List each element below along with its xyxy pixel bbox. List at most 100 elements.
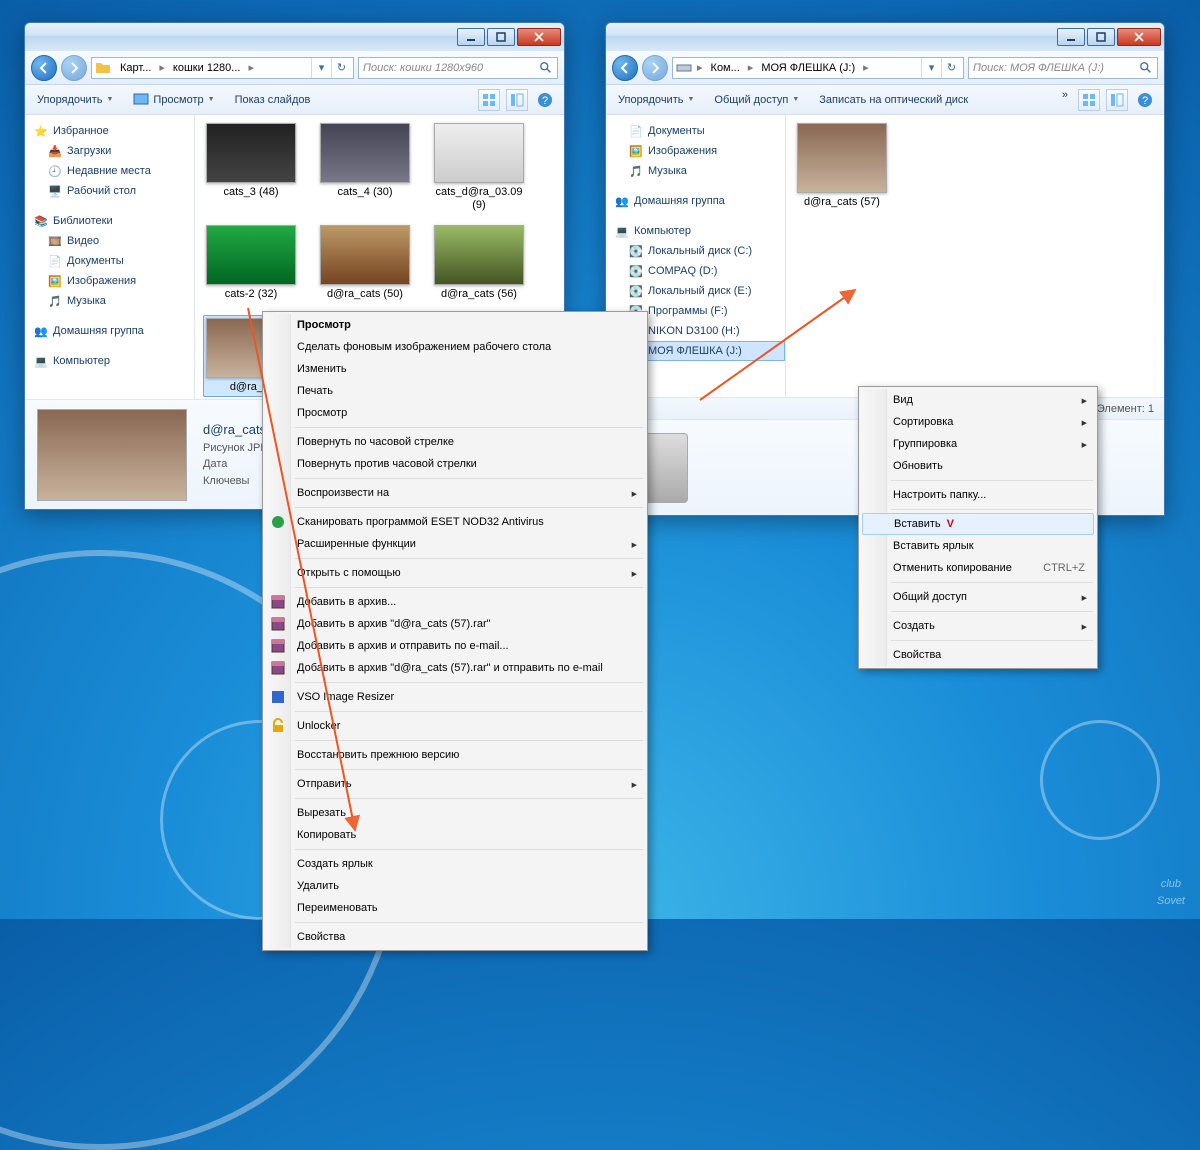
menu-item[interactable]: Общий доступ (861, 586, 1095, 608)
menu-item[interactable]: Расширенные функции (265, 533, 645, 555)
menu-item[interactable]: Изменить (265, 358, 645, 380)
menu-item[interactable]: Настроить папку... (861, 484, 1095, 506)
close-button[interactable] (1117, 28, 1161, 46)
menu-item[interactable]: Просмотр (265, 402, 645, 424)
sidebar-item-downloads[interactable]: 📥Загрузки (25, 141, 194, 161)
menu-item[interactable]: Печать (265, 380, 645, 402)
menu-item[interactable]: Создать ярлык (265, 853, 645, 875)
sidebar-item-pictures[interactable]: 🖼️Изображения (25, 271, 194, 291)
minimize-button[interactable] (457, 28, 485, 46)
thumb[interactable]: d@ra_cats (56) (431, 225, 527, 301)
sidebar-item-pictures[interactable]: 🖼️Изображения (606, 141, 785, 161)
menu-item[interactable]: Unlocker (265, 715, 645, 737)
sidebar-item-music[interactable]: 🎵Музыка (606, 161, 785, 181)
sidebar-drive-d[interactable]: 💽COMPAQ (D:) (606, 261, 785, 281)
menu-item[interactable]: Вставить ярлык (861, 535, 1095, 557)
bc-dropdown-icon[interactable]: ▾ (921, 58, 941, 78)
sidebar-drive-e[interactable]: 💽Локальный диск (E:) (606, 281, 785, 301)
close-button[interactable] (517, 28, 561, 46)
organize-button[interactable]: Упорядочить ▼ (614, 92, 698, 108)
sidebar-computer[interactable]: 💻Компьютер (606, 221, 785, 241)
thumb[interactable]: cats-2 (32) (203, 225, 299, 301)
menu-item[interactable]: Обновить (861, 455, 1095, 477)
menu-item[interactable]: Повернуть против часовой стрелки (265, 453, 645, 475)
sidebar-item-documents[interactable]: 📄Документы (25, 251, 194, 271)
menu-item[interactable]: Добавить в архив "d@ra_cats (57).rar" и … (265, 657, 645, 679)
view-mode-button[interactable] (478, 89, 500, 111)
content-pane[interactable]: d@ra_cats (57) (786, 115, 1164, 397)
menu-item[interactable]: Добавить в архив и отправить по e-mail..… (265, 635, 645, 657)
titlebar[interactable] (606, 23, 1164, 51)
menu-item[interactable]: Свойства (861, 644, 1095, 666)
thumb[interactable]: cats_3 (48) (203, 123, 299, 211)
forward-button[interactable] (61, 55, 87, 81)
menu-item[interactable]: Свойства (265, 926, 645, 948)
menu-item[interactable]: Просмотр (265, 314, 645, 336)
preview-pane-button[interactable] (1106, 89, 1128, 111)
bc-seg-1[interactable]: Карт... (114, 58, 157, 78)
menu-item[interactable]: Удалить (265, 875, 645, 897)
minimize-button[interactable] (1057, 28, 1085, 46)
sidebar-item-video[interactable]: 🎞️Видео (25, 231, 194, 251)
bc-dropdown-icon[interactable]: ▾ (311, 58, 331, 78)
share-button[interactable]: Общий доступ ▼ (710, 92, 803, 108)
sidebar-item-recent[interactable]: 🕘Недавние места (25, 161, 194, 181)
sidebar-favorites[interactable]: ⭐Избранное (25, 121, 194, 141)
menu-item[interactable]: Сортировка (861, 411, 1095, 433)
menu-item[interactable]: Вид (861, 389, 1095, 411)
sidebar-homegroup[interactable]: 👥Домашняя группа (606, 191, 785, 211)
menu-item[interactable]: Воспроизвести на (265, 482, 645, 504)
help-button[interactable]: ? (534, 89, 556, 111)
organize-button[interactable]: Упорядочить ▼ (33, 92, 117, 108)
refresh-icon[interactable]: ↻ (331, 58, 351, 78)
bc-seg-2[interactable]: кошки 1280... (167, 58, 247, 78)
help-button[interactable]: ? (1134, 89, 1156, 111)
menu-item[interactable]: Открыть с помощью (265, 562, 645, 584)
bc-seg-2[interactable]: МОЯ ФЛЕШКА (J:) (755, 58, 861, 78)
menu-item[interactable]: Добавить в архив... (265, 591, 645, 613)
overflow-icon[interactable]: » (1062, 89, 1072, 111)
search-input[interactable]: Поиск: кошки 1280x960 (358, 57, 558, 79)
preview-pane-button[interactable] (506, 89, 528, 111)
menu-item[interactable]: Отправить (265, 773, 645, 795)
bc-seg-1[interactable]: Ком... (705, 58, 746, 78)
breadcrumb[interactable]: ▸ Ком...▸ МОЯ ФЛЕШКА (J:)▸ ▾↻ (672, 57, 964, 79)
search-input[interactable]: Поиск: МОЯ ФЛЕШКА (J:) (968, 57, 1158, 79)
sidebar-drive-c[interactable]: 💽Локальный диск (C:) (606, 241, 785, 261)
forward-button[interactable] (642, 55, 668, 81)
sidebar-homegroup[interactable]: 👥Домашняя группа (25, 321, 194, 341)
menu-item[interactable]: Переименовать (265, 897, 645, 919)
menu-item[interactable]: Сделать фоновым изображением рабочего ст… (265, 336, 645, 358)
thumb[interactable]: d@ra_cats (57) (794, 123, 890, 209)
menu-item[interactable]: Группировка (861, 433, 1095, 455)
titlebar[interactable] (25, 23, 564, 51)
menu-item[interactable]: Добавить в архив "d@ra_cats (57).rar" (265, 613, 645, 635)
menu-item[interactable]: Восстановить прежнюю версию (265, 744, 645, 766)
maximize-button[interactable] (487, 28, 515, 46)
menu-item[interactable]: Копировать (265, 824, 645, 846)
thumb[interactable]: cats_4 (30) (317, 123, 413, 211)
sidebar-computer[interactable]: 💻Компьютер (25, 351, 194, 371)
back-button[interactable] (31, 55, 57, 81)
slideshow-button[interactable]: Показ слайдов (231, 92, 315, 108)
preview-button[interactable]: Просмотр ▼ (129, 90, 218, 110)
burn-button[interactable]: Записать на оптический диск (815, 92, 972, 108)
back-button[interactable] (612, 55, 638, 81)
menu-item[interactable]: VSO Image Resizer (265, 686, 645, 708)
menu-item[interactable]: Повернуть по часовой стрелке (265, 431, 645, 453)
sidebar-item-desktop[interactable]: 🖥️Рабочий стол (25, 181, 194, 201)
menu-item[interactable]: Сканировать программой ESET NOD32 Antivi… (265, 511, 645, 533)
sidebar-item-documents[interactable]: 📄Документы (606, 121, 785, 141)
sidebar-libraries[interactable]: 📚Библиотеки (25, 211, 194, 231)
breadcrumb[interactable]: Карт...▸ кошки 1280...▸ ▾↻ (91, 57, 354, 79)
menu-item[interactable]: Создать (861, 615, 1095, 637)
maximize-button[interactable] (1087, 28, 1115, 46)
thumb[interactable]: d@ra_cats (50) (317, 225, 413, 301)
menu-item[interactable]: ВставитьV (862, 513, 1094, 535)
thumb[interactable]: cats_d@ra_03.09 (9) (431, 123, 527, 211)
menu-item[interactable]: Отменить копированиеCTRL+Z (861, 557, 1095, 579)
refresh-icon[interactable]: ↻ (941, 58, 961, 78)
view-mode-button[interactable] (1078, 89, 1100, 111)
sidebar-item-music[interactable]: 🎵Музыка (25, 291, 194, 311)
menu-item[interactable]: Вырезать (265, 802, 645, 824)
